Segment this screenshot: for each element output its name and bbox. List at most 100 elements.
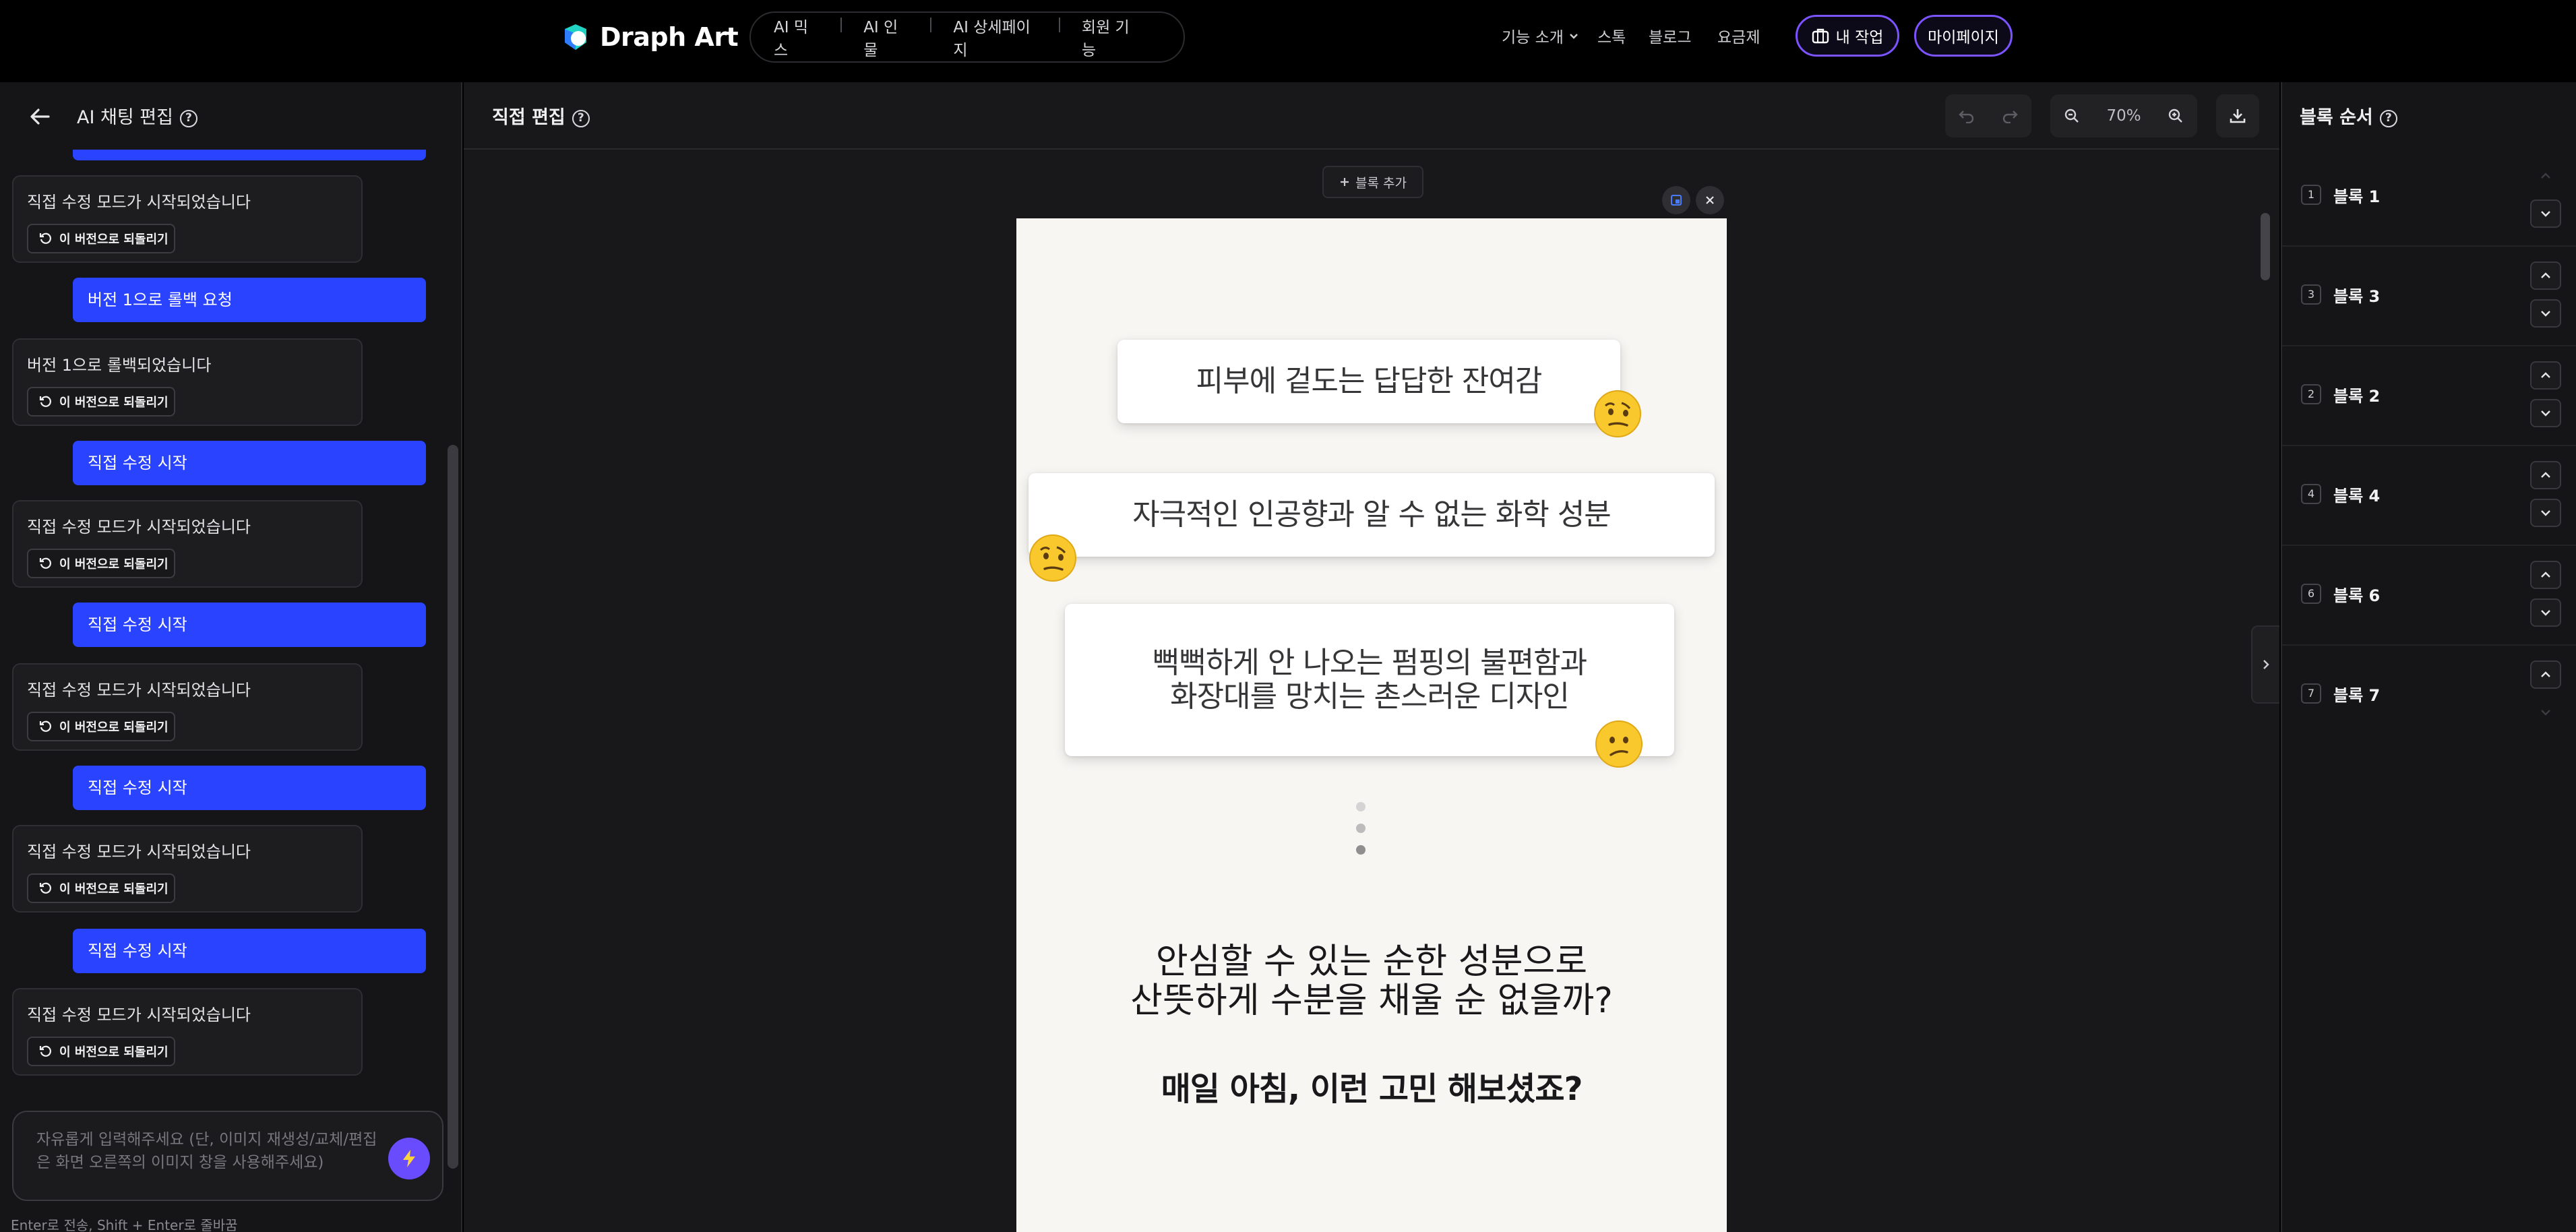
menu-ai-person[interactable]: AI 인물 — [840, 14, 930, 60]
move-up-button[interactable] — [2530, 261, 2561, 290]
undo-icon — [1959, 111, 1974, 123]
editor-header: 직접 편집? 70% — [464, 82, 2279, 150]
revert-version-button[interactable]: 이 버전으로 되돌리기 — [27, 712, 175, 741]
detail-page-canvas[interactable]: 피부에 겉도는 답답한 잔여감 자극적인 인공향과 알 수 없는 화학 성분 뻑… — [1016, 218, 1727, 1232]
block-settings-button[interactable] — [1662, 186, 1690, 214]
menu-ai-mix[interactable]: AI 믹스 — [774, 14, 840, 60]
send-button[interactable] — [388, 1138, 430, 1179]
block-order-item[interactable]: 1 블록 1 — [2282, 147, 2576, 247]
zoom-level: 70% — [2106, 107, 2141, 125]
ai-chat-panel: AI 채팅 편집? 직접 수정 모드가 시작되었습니다 이 버전으로 되돌리기 … — [0, 82, 462, 1232]
help-icon[interactable]: ? — [572, 109, 590, 127]
rotate-ccw-icon — [39, 557, 51, 569]
sub-headline[interactable]: 매일 아침, 이런 고민 해보셨죠? — [1016, 1062, 1727, 1109]
move-down-button[interactable] — [2530, 399, 2561, 427]
revert-version-button[interactable]: 이 버전으로 되돌리기 — [27, 224, 175, 253]
redo-button[interactable] — [1988, 94, 2031, 137]
chevron-down-icon — [2541, 610, 2550, 616]
help-icon[interactable]: ? — [2379, 109, 2397, 127]
zoom-in-button[interactable] — [2154, 94, 2197, 137]
chevron-down-icon — [2541, 410, 2550, 417]
download-button[interactable] — [2216, 94, 2259, 137]
chevron-up-icon — [2541, 173, 2550, 179]
block-name: 블록 4 — [2333, 487, 2381, 505]
move-up-button[interactable] — [2530, 361, 2561, 390]
top-navigation: Draph Art AI 믹스 AI 인물 AI 상세페이지 회원 기능 기능 … — [0, 0, 2576, 82]
block-order-title: 블록 순서? — [2300, 102, 2397, 129]
nav-pricing[interactable]: 요금제 — [1717, 24, 1760, 47]
pain-point-card-2[interactable]: 자극적인 인공향과 알 수 없는 화학 성분 — [1029, 473, 1715, 557]
block-name: 블록 6 — [2333, 586, 2381, 605]
chat-user-message: 직접 수정 시작 — [73, 603, 426, 647]
zoom-in-icon — [2168, 109, 2182, 123]
chat-system-message: 버전 1으로 롤백되었습니다 이 버전으로 되돌리기 — [12, 338, 363, 426]
chat-history: 직접 수정 모드가 시작되었습니다 이 버전으로 되돌리기 버전 1으로 롤백 … — [0, 150, 462, 1100]
chevron-up-icon — [2541, 572, 2550, 578]
chat-input[interactable]: 자유롭게 입력해주세요 (단, 이미지 재생성/교체/편집은 화면 오른쪽의 이… — [12, 1111, 443, 1201]
zoom-out-button[interactable] — [2050, 94, 2093, 137]
ellipsis-dot — [1356, 845, 1366, 855]
chevron-down-icon — [1570, 34, 1578, 39]
chat-user-message: 직접 수정 시작 — [73, 441, 426, 485]
block-order-item[interactable]: 4 블록 4 — [2282, 446, 2576, 546]
close-icon — [1706, 196, 1714, 204]
confused-face-icon — [1595, 720, 1643, 768]
canvas-scrollbar[interactable] — [2261, 213, 2270, 280]
ellipsis-dot — [1356, 802, 1366, 811]
block-close-button[interactable] — [1696, 186, 1724, 214]
chat-system-message: 직접 수정 모드가 시작되었습니다 이 버전으로 되돌리기 — [12, 825, 363, 913]
chat-scrollbar[interactable] — [448, 445, 458, 1169]
move-down-button[interactable] — [2530, 299, 2561, 328]
back-arrow-icon[interactable] — [28, 105, 51, 128]
pain-point-card-3[interactable]: 뻑뻑하게 안 나오는 펌핑의 불편함과 화장대를 망치는 촌스러운 디자인 — [1065, 604, 1674, 756]
move-up-button-disabled — [2530, 162, 2561, 190]
chevron-up-icon — [2541, 372, 2550, 378]
block-order-item[interactable]: 3 블록 3 — [2282, 247, 2576, 346]
revert-version-button[interactable]: 이 버전으로 되돌리기 — [27, 1037, 175, 1066]
nav-features[interactable]: 기능 소개 — [1502, 24, 1580, 47]
main-menu: AI 믹스 AI 인물 AI 상세페이지 회원 기능 — [749, 11, 1185, 63]
move-down-button[interactable] — [2530, 598, 2561, 627]
move-down-button[interactable] — [2530, 499, 2561, 527]
move-down-button[interactable] — [2530, 199, 2561, 228]
chevron-down-icon — [2541, 510, 2550, 516]
menu-ai-detail-page[interactable]: AI 상세페이지 — [930, 14, 1059, 60]
block-name: 블록 1 — [2333, 187, 2381, 206]
block-order-item[interactable]: 7 블록 7 — [2282, 646, 2576, 745]
move-up-button[interactable] — [2530, 561, 2561, 589]
pain-point-card-1[interactable]: 피부에 겉도는 답답한 잔여감 — [1117, 340, 1620, 423]
block-number: 7 — [2301, 683, 2321, 704]
chat-panel-header: AI 채팅 편집? — [0, 82, 462, 150]
help-icon[interactable]: ? — [179, 109, 197, 127]
main-headline[interactable]: 안심할 수 있는 순한 성분으로 산뜻하게 수분을 채울 순 없을까? — [1016, 942, 1727, 1020]
chat-system-message: 직접 수정 모드가 시작되었습니다 이 버전으로 되돌리기 — [12, 663, 363, 751]
revert-version-button[interactable]: 이 버전으로 되돌리기 — [27, 549, 175, 578]
chat-system-message: 직접 수정 모드가 시작되었습니다 이 버전으로 되돌리기 — [12, 500, 363, 588]
move-down-button-disabled — [2530, 698, 2561, 727]
chat-user-message: 직접 수정 시작 — [73, 766, 426, 810]
nav-stock[interactable]: 스톡 — [1597, 24, 1626, 47]
skeptical-face-icon — [1594, 390, 1641, 437]
chat-user-message-partial — [73, 150, 426, 160]
brand-name: Draph Art — [600, 22, 739, 52]
add-block-button[interactable]: 블록 추가 — [1322, 166, 1423, 198]
move-up-button[interactable] — [2530, 660, 2561, 689]
move-up-button[interactable] — [2530, 461, 2561, 489]
briefcase-icon — [1812, 28, 1829, 44]
revert-version-button[interactable]: 이 버전으로 되돌리기 — [27, 873, 175, 903]
brand-logo[interactable]: Draph Art — [561, 19, 739, 55]
my-work-button[interactable]: 내 작업 — [1796, 15, 1899, 57]
chevron-right-icon — [2263, 660, 2269, 669]
block-number: 2 — [2301, 384, 2321, 404]
revert-version-button[interactable]: 이 버전으로 되돌리기 — [27, 387, 175, 417]
mypage-button[interactable]: 마이페이지 — [1914, 15, 2013, 57]
rotate-ccw-icon — [39, 233, 51, 244]
block-order-item[interactable]: 2 블록 2 — [2282, 346, 2576, 446]
block-order-item[interactable]: 6 블록 6 — [2282, 546, 2576, 646]
brand-logo-icon — [561, 22, 590, 52]
menu-member-features[interactable]: 회원 기능 — [1058, 14, 1161, 60]
plus-icon — [1341, 178, 1349, 186]
expand-panel-button[interactable] — [2251, 625, 2279, 704]
nav-blog[interactable]: 블로그 — [1649, 24, 1691, 47]
undo-button[interactable] — [1945, 94, 1988, 137]
